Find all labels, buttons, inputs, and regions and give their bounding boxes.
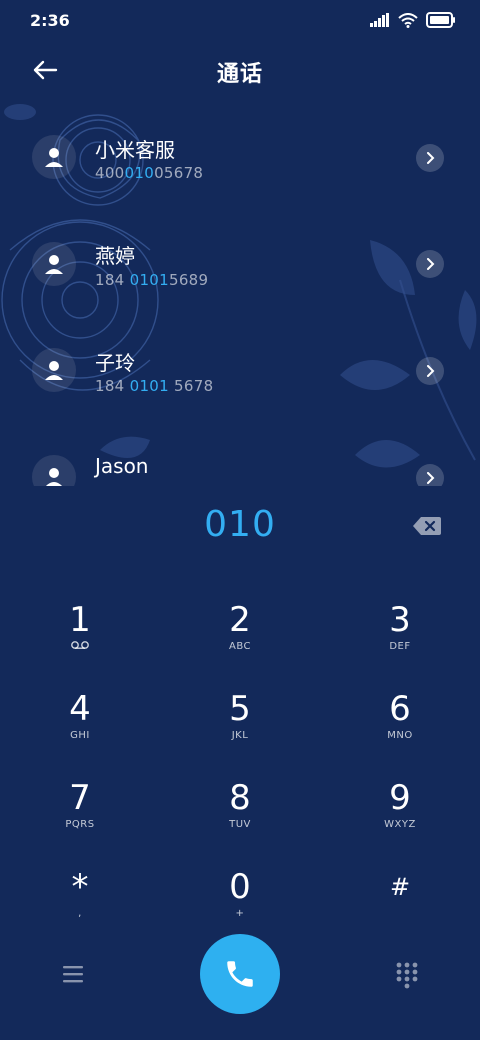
contact-item[interactable]: 燕婷 184 01015689 xyxy=(0,206,480,306)
avatar xyxy=(32,242,76,286)
contact-number: 184 0101 5678 xyxy=(95,377,214,395)
contact-detail-button[interactable] xyxy=(416,144,444,172)
contact-number: 40001005678 xyxy=(95,164,204,182)
key-hash[interactable]: # xyxy=(340,867,460,943)
avatar xyxy=(32,135,76,179)
key-4[interactable]: 4 GHI xyxy=(20,689,140,765)
key-letters: PQRS xyxy=(65,819,95,830)
contact-detail-button[interactable] xyxy=(416,250,444,278)
key-9[interactable]: 9 WXYZ xyxy=(340,778,460,854)
contact-number: 184 01015689 xyxy=(95,271,209,289)
wifi-icon xyxy=(398,12,418,28)
key-digit: 1 xyxy=(69,600,91,640)
chevron-right-icon xyxy=(427,472,435,484)
key-letters: WXYZ xyxy=(384,819,416,830)
key-letters: MNO xyxy=(387,730,413,741)
key-digit: * xyxy=(71,867,89,907)
key-digit: 8 xyxy=(229,778,251,818)
contact-name: Jason xyxy=(95,454,149,478)
key-6[interactable]: 6 MNO xyxy=(340,689,460,765)
key-letters: ABC xyxy=(228,641,251,652)
key-digit: 6 xyxy=(389,689,411,729)
key-letters: + xyxy=(235,908,245,919)
key-5[interactable]: 5 JKL xyxy=(180,689,300,765)
voicemail-icon xyxy=(20,640,140,655)
chevron-right-icon xyxy=(427,365,435,377)
delete-button[interactable] xyxy=(412,515,442,537)
key-digit: 7 xyxy=(69,778,91,818)
key-digit: 2 xyxy=(229,600,251,640)
contact-list: 小米客服 40001005678 燕婷 184 01015689 子玲 184 … xyxy=(0,100,480,486)
page-title: 通话 xyxy=(216,62,263,87)
key-digit: 9 xyxy=(389,778,411,818)
person-icon xyxy=(45,148,63,167)
menu-button[interactable] xyxy=(58,962,88,986)
key-digit: 4 xyxy=(69,689,91,729)
header: 通话 xyxy=(0,42,480,98)
key-8[interactable]: 8 TUV xyxy=(180,778,300,854)
dialed-number: 010 xyxy=(204,504,276,545)
key-letters: JKL xyxy=(231,730,249,741)
chevron-right-icon xyxy=(427,258,435,270)
dialpad-icon xyxy=(396,962,418,989)
key-letters: TUV xyxy=(229,819,251,830)
key-digit: 0 xyxy=(229,867,251,907)
avatar xyxy=(32,455,76,486)
status-bar: 2:36 xyxy=(0,0,480,42)
contact-name: 燕婷 xyxy=(95,244,135,268)
key-digit: 3 xyxy=(389,600,411,640)
signal-icon xyxy=(370,13,389,27)
key-digit: 5 xyxy=(229,689,251,729)
phone-icon xyxy=(227,961,253,987)
status-icons xyxy=(370,12,456,28)
contact-detail-button[interactable] xyxy=(416,357,444,385)
key-letters: DEF xyxy=(389,641,411,652)
key-letters: , xyxy=(78,908,82,919)
key-letters: GHI xyxy=(70,730,90,741)
contact-name: 小米客服 xyxy=(95,138,175,162)
key-1[interactable]: 1 xyxy=(20,600,140,676)
avatar xyxy=(32,348,76,392)
contact-item[interactable]: 子玲 184 0101 5678 xyxy=(0,313,480,413)
chevron-right-icon xyxy=(427,152,435,164)
key-star[interactable]: * , xyxy=(20,867,140,943)
key-digit: # xyxy=(389,873,411,901)
backspace-icon xyxy=(413,517,441,535)
contact-name: 子玲 xyxy=(95,351,135,375)
key-2[interactable]: 2 ABC xyxy=(180,600,300,676)
status-time: 2:36 xyxy=(30,11,70,30)
dialpad-toggle-button[interactable] xyxy=(392,960,422,990)
contact-detail-button[interactable] xyxy=(416,464,444,486)
person-icon xyxy=(45,361,63,380)
key-3[interactable]: 3 DEF xyxy=(340,600,460,676)
menu-icon xyxy=(63,966,83,983)
contact-item[interactable]: Jason xyxy=(0,420,480,486)
battery-icon xyxy=(426,12,455,28)
call-button[interactable] xyxy=(200,934,280,1014)
key-7[interactable]: 7 PQRS xyxy=(20,778,140,854)
person-icon xyxy=(46,468,62,486)
contact-item[interactable]: 小米客服 40001005678 xyxy=(0,100,480,200)
key-0[interactable]: 0 + xyxy=(180,867,300,943)
person-icon xyxy=(45,255,63,274)
